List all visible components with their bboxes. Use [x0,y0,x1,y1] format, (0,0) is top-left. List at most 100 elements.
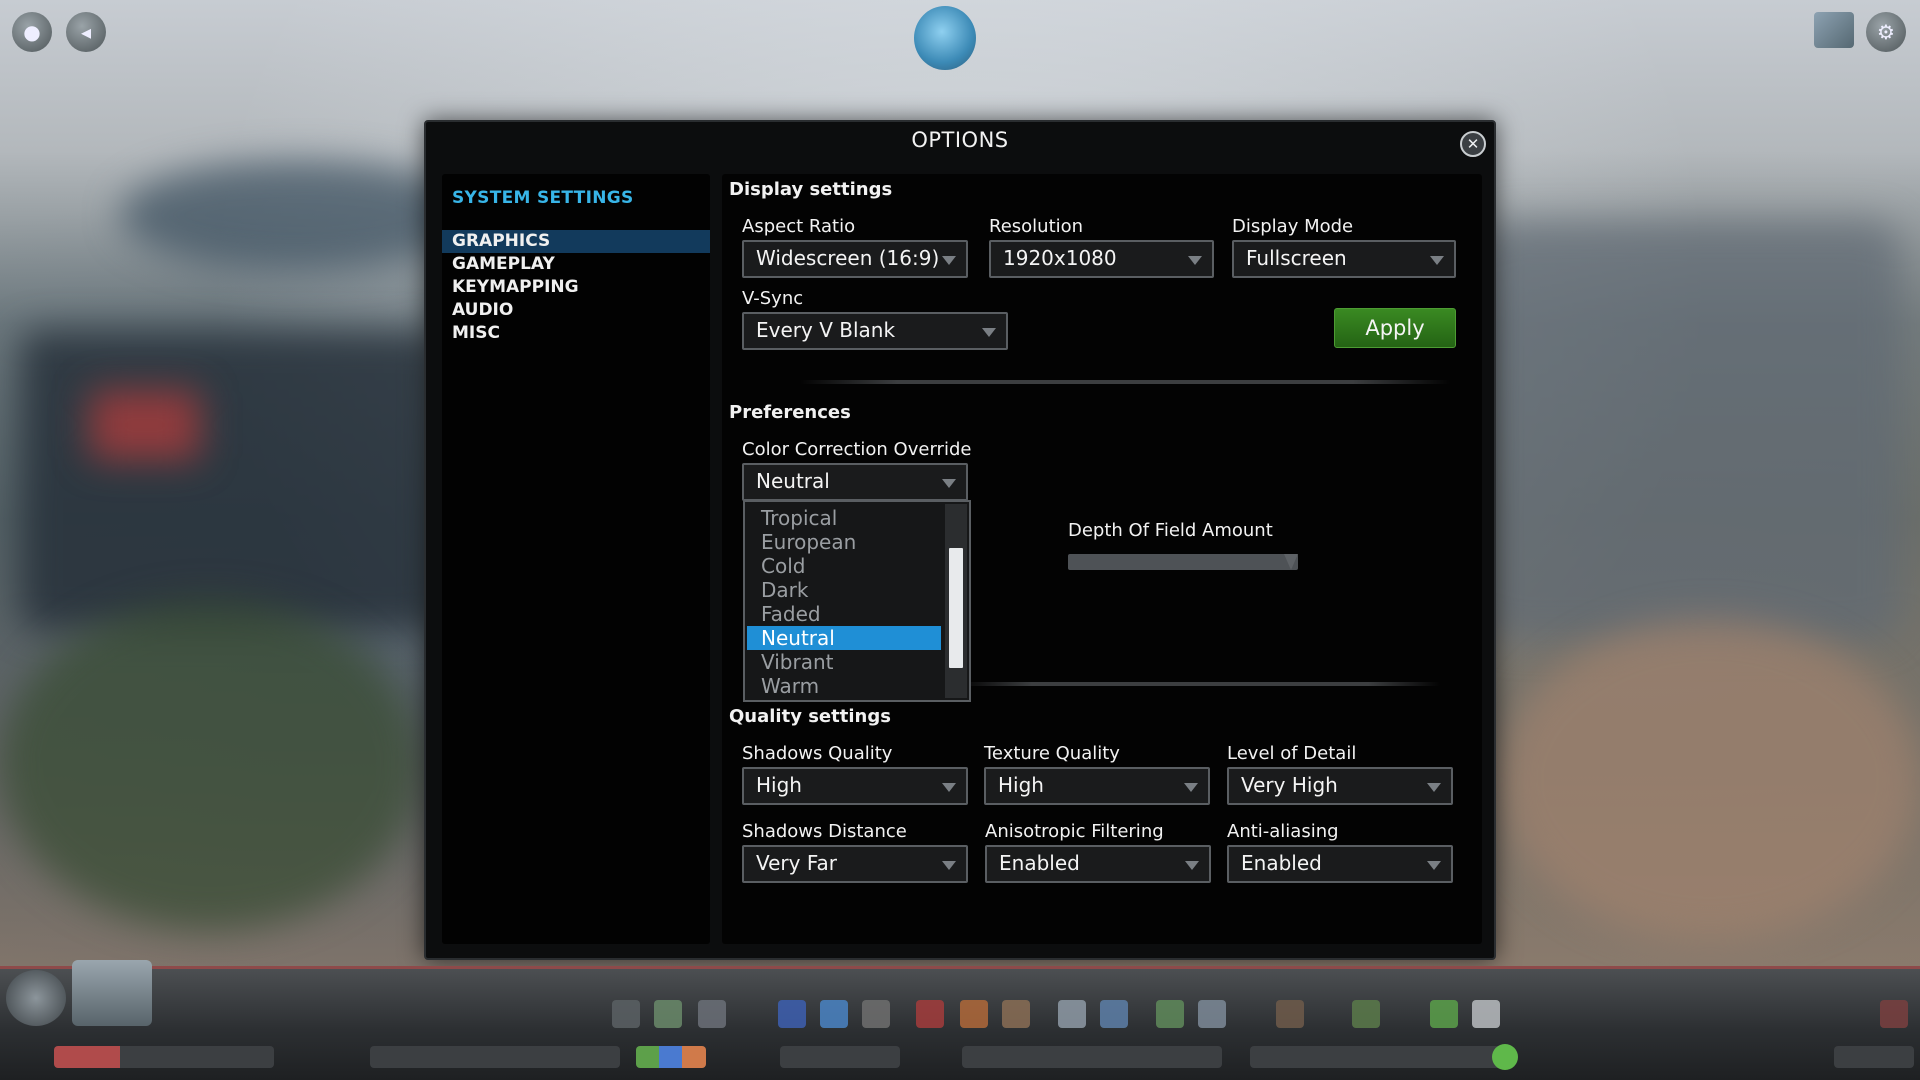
sidebar-header: SYSTEM SETTINGS [452,188,634,208]
city-name-display[interactable] [370,1046,620,1068]
shadows-quality-value: High [756,773,802,797]
option-dark[interactable]: Dark [747,578,941,602]
option-tropical[interactable]: Tropical [747,506,941,530]
shadows-quality-dropdown[interactable]: High [742,767,968,805]
anisotropic-filtering-label: Anisotropic Filtering [985,821,1164,842]
speed-controls[interactable] [1834,1046,1914,1068]
shadows-distance-dropdown[interactable]: Very Far [742,845,968,883]
display-mode-value: Fullscreen [1246,246,1347,270]
color-correction-label: Color Correction Override [742,439,972,460]
background-ground-right [1500,620,1920,940]
depth-of-field-slider[interactable] [1068,554,1298,570]
depth-of-field-slider-thumb[interactable] [1284,554,1298,570]
texture-quality-value: High [998,773,1044,797]
roads-icon[interactable] [612,1000,640,1028]
level-of-detail-dropdown[interactable]: Very High [1227,767,1453,805]
option-faded[interactable]: Faded [747,602,941,626]
gear-icon[interactable]: ⚙ [1866,12,1906,52]
texture-quality-dropdown[interactable]: High [984,767,1210,805]
happiness-icon [1492,1044,1518,1070]
garbage-icon[interactable] [862,1000,890,1028]
color-correction-options-list: Tropical European Cold Dark Faded Neutra… [743,500,971,702]
aspect-ratio-value: Widescreen (16:9) [756,246,940,270]
sidebar-item-audio[interactable]: AUDIO [442,299,710,322]
background-billboard [90,390,200,460]
fire-icon[interactable] [960,1000,988,1028]
sidebar-item-misc[interactable]: MISC [442,322,710,345]
chirper-bird-icon[interactable] [914,6,976,70]
chevron-down-icon [942,479,956,488]
anti-aliasing-label: Anti-aliasing [1227,821,1339,842]
section-divider [800,380,1450,384]
level-of-detail-label: Level of Detail [1227,743,1357,764]
display-settings-title: Display settings [729,179,893,200]
color-correction-dropdown[interactable]: Neutral [742,463,968,501]
background-building-left [20,330,440,630]
chevron-down-icon [1184,783,1198,792]
electricity-icon[interactable] [778,1000,806,1028]
resolution-dropdown[interactable]: 1920x1080 [989,240,1214,278]
population-bars [636,1046,706,1068]
anisotropic-filtering-dropdown[interactable]: Enabled [985,845,1211,883]
sidebar-item-keymapping[interactable]: KEYMAPPING [442,276,710,299]
milestone-icon[interactable] [72,960,152,1026]
vsync-dropdown[interactable]: Every V Blank [742,312,1008,350]
option-european[interactable]: European [747,530,941,554]
decoration-icon[interactable] [1430,1000,1458,1028]
sidebar-item-graphics[interactable]: GRAPHICS [442,230,710,253]
zoning-icon[interactable] [654,1000,682,1028]
chevron-down-icon [982,328,996,337]
shadows-distance-label: Shadows Distance [742,821,907,842]
districts-icon[interactable] [698,1000,726,1028]
police-icon[interactable] [1002,1000,1030,1028]
anisotropic-filtering-value: Enabled [999,851,1080,875]
chevron-down-icon [1188,256,1202,265]
bulldozer-icon[interactable] [1472,1000,1500,1028]
vsync-label: V-Sync [742,288,804,309]
preferences-title: Preferences [729,402,851,423]
anti-aliasing-dropdown[interactable]: Enabled [1227,845,1453,883]
apply-button[interactable]: Apply [1334,308,1456,348]
back-icon[interactable]: ◂ [66,12,106,52]
unique-buildings-icon[interactable] [1198,1000,1226,1028]
option-vibrant[interactable]: Vibrant [747,650,941,674]
parks-icon[interactable] [1156,1000,1184,1028]
chevron-down-icon [1430,256,1444,265]
close-icon[interactable]: ✕ [1460,131,1486,157]
aspect-ratio-dropdown[interactable]: Widescreen (16:9) [742,240,968,278]
shadows-quality-label: Shadows Quality [742,743,893,764]
option-cold[interactable]: Cold [747,554,941,578]
transport-icon[interactable] [1100,1000,1128,1028]
economy-icon[interactable] [1880,1000,1908,1028]
water-icon[interactable] [820,1000,848,1028]
info-views-icon[interactable] [6,970,66,1026]
options-scrollbar-thumb[interactable] [949,548,963,668]
anti-aliasing-value: Enabled [1241,851,1322,875]
sidebar-item-gameplay[interactable]: GAMEPLAY [442,253,710,276]
option-neutral[interactable]: Neutral [747,626,941,650]
display-mode-label: Display Mode [1232,216,1354,237]
background-city-right [1480,220,1900,640]
dialog-title: OPTIONS [911,128,1009,152]
level-of-detail-value: Very High [1241,773,1338,797]
resolution-value: 1920x1080 [1003,246,1117,270]
healthcare-icon[interactable] [916,1000,944,1028]
resolution-label: Resolution [989,216,1084,237]
display-mode-dropdown[interactable]: Fullscreen [1232,240,1456,278]
pause-icon[interactable]: ● [12,12,52,52]
background-trees [0,600,420,930]
depth-of-field-label: Depth Of Field Amount [1068,520,1273,541]
temperature-display [780,1046,900,1068]
settings-sidebar: SYSTEM SETTINGS GRAPHICS GAMEPLAY KEYMAP… [442,174,710,944]
option-warm[interactable]: Warm [747,674,941,698]
education-icon[interactable] [1058,1000,1086,1028]
quality-settings-title: Quality settings [729,706,891,727]
money-display [962,1046,1222,1068]
map-icon[interactable] [1814,12,1854,48]
shadows-distance-value: Very Far [756,851,837,875]
population-display [1250,1046,1510,1068]
vsync-value: Every V Blank [756,318,896,342]
chevron-down-icon [942,783,956,792]
monuments-icon[interactable] [1276,1000,1304,1028]
landscaping-icon[interactable] [1352,1000,1380,1028]
